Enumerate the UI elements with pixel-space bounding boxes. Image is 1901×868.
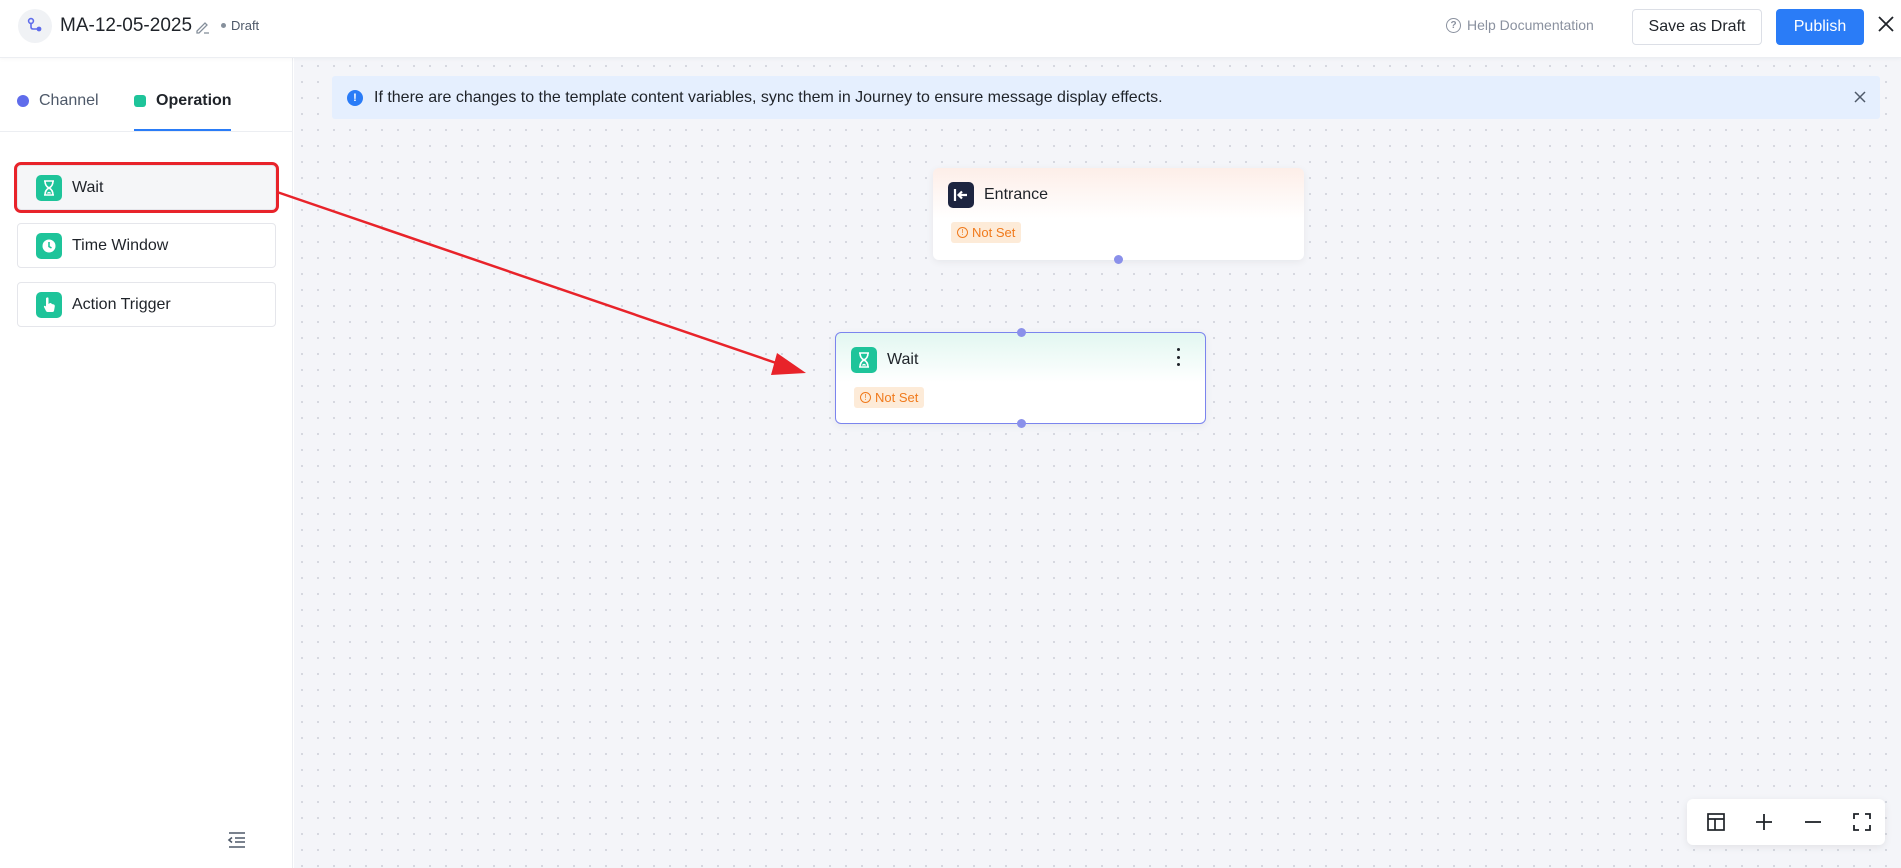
node-title: Wait bbox=[887, 351, 919, 368]
close-icon[interactable] bbox=[1876, 14, 1896, 34]
node-title: Entrance bbox=[984, 186, 1049, 203]
not-set-badge: ! Not Set bbox=[951, 222, 1022, 243]
output-handle[interactable] bbox=[1114, 255, 1123, 264]
component-sidebar: Channel Operation Wait Time Window Actio… bbox=[0, 58, 293, 868]
hand-pointer-icon bbox=[36, 291, 62, 318]
info-icon: ! bbox=[347, 89, 363, 106]
node-header: Entrance bbox=[948, 182, 1048, 208]
fullscreen-icon[interactable] bbox=[1851, 811, 1873, 833]
hourglass-icon bbox=[36, 174, 62, 201]
channel-dot-icon bbox=[17, 95, 29, 107]
not-set-label: Not Set bbox=[875, 390, 919, 405]
layout-icon[interactable] bbox=[1705, 811, 1727, 833]
clock-icon bbox=[36, 232, 62, 259]
info-banner-text: If there are changes to the template con… bbox=[374, 88, 1163, 106]
hourglass-icon bbox=[851, 347, 877, 373]
edit-icon[interactable] bbox=[194, 18, 212, 36]
info-banner: ! If there are changes to the template c… bbox=[332, 76, 1880, 119]
zoom-out-icon[interactable] bbox=[1802, 811, 1824, 833]
sidebar-tabs: Channel Operation bbox=[0, 58, 293, 132]
tab-operation[interactable]: Operation bbox=[134, 92, 232, 110]
warning-icon: ! bbox=[957, 227, 968, 238]
journey-canvas[interactable]: ! If there are changes to the template c… bbox=[294, 58, 1901, 868]
operation-item-label: Action Trigger bbox=[72, 295, 171, 313]
collapse-sidebar-icon[interactable] bbox=[226, 829, 248, 851]
operation-item-time-window[interactable]: Time Window bbox=[17, 223, 276, 268]
tab-channel-label: Channel bbox=[39, 92, 99, 109]
save-as-draft-button[interactable]: Save as Draft bbox=[1632, 9, 1762, 45]
top-header: MA-12-05-2025 Draft ? Help Documentation… bbox=[0, 0, 1901, 58]
output-handle[interactable] bbox=[1017, 419, 1026, 428]
entrance-node[interactable]: Entrance ! Not Set bbox=[933, 168, 1304, 264]
more-options-icon[interactable] bbox=[1177, 348, 1181, 366]
wait-node[interactable]: Wait ! Not Set bbox=[835, 328, 1206, 428]
warning-icon: ! bbox=[860, 392, 871, 403]
journey-logo-icon bbox=[18, 9, 52, 43]
publish-button[interactable]: Publish bbox=[1776, 9, 1864, 45]
status-badge: Draft bbox=[221, 18, 259, 33]
operation-item-label: Time Window bbox=[72, 236, 169, 254]
not-set-label: Not Set bbox=[972, 225, 1016, 240]
tab-channel[interactable]: Channel bbox=[17, 92, 99, 110]
operation-item-wait[interactable]: Wait bbox=[14, 162, 279, 213]
question-icon: ? bbox=[1446, 17, 1461, 33]
operation-item-label: Wait bbox=[72, 178, 104, 196]
operation-item-action-trigger[interactable]: Action Trigger bbox=[17, 282, 276, 327]
journey-title: MA-12-05-2025 bbox=[60, 15, 193, 36]
active-tab-indicator bbox=[134, 129, 231, 131]
status-dot bbox=[221, 23, 226, 28]
help-documentation-link[interactable]: ? Help Documentation bbox=[1446, 17, 1594, 33]
tab-operation-label: Operation bbox=[156, 92, 232, 109]
zoom-in-icon[interactable] bbox=[1753, 811, 1775, 833]
input-handle[interactable] bbox=[1017, 328, 1026, 337]
banner-close-icon[interactable] bbox=[1852, 89, 1868, 105]
help-label: Help Documentation bbox=[1467, 17, 1594, 33]
entrance-icon bbox=[948, 182, 974, 208]
canvas-toolbar bbox=[1687, 799, 1885, 845]
status-label: Draft bbox=[231, 18, 260, 33]
not-set-badge: ! Not Set bbox=[854, 387, 925, 408]
operation-dot-icon bbox=[134, 95, 146, 107]
node-header: Wait bbox=[851, 347, 918, 373]
